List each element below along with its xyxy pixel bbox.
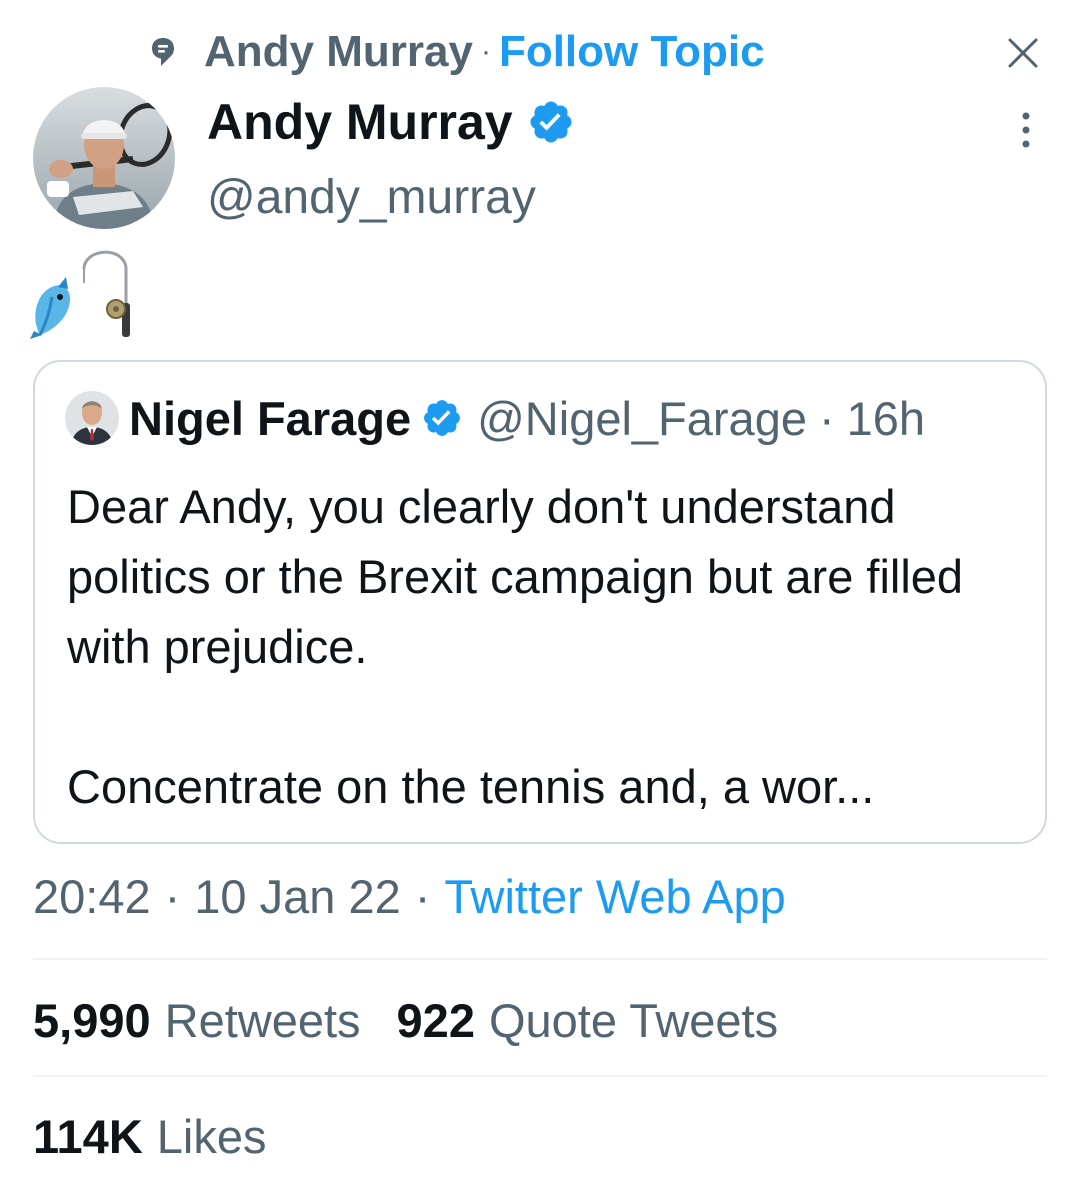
meta-separator: · bbox=[164, 869, 181, 923]
author-name-row: Andy Murray bbox=[207, 90, 575, 154]
tweet-meta: 20:42 · 10 Jan 22 · Twitter Web App bbox=[33, 866, 786, 926]
quoted-timestamp: 16h bbox=[846, 391, 926, 445]
topic-separator: · bbox=[480, 35, 491, 68]
quoted-author-name: Nigel Farage bbox=[129, 391, 412, 445]
quoted-author-handle: @Nigel_Farage bbox=[477, 391, 807, 445]
likes-count: 114K bbox=[33, 1109, 143, 1163]
quoted-tweet-card[interactable]: Nigel Farage @Nigel_Farage · 16h Dear An… bbox=[33, 360, 1047, 844]
tweet-body bbox=[30, 248, 138, 344]
tweet-source-link[interactable]: Twitter Web App bbox=[444, 869, 785, 924]
quote-tweets-stat[interactable]: 922 Quote Tweets bbox=[397, 993, 779, 1048]
quoted-text-paragraph: Concentrate on the tennis and, a wor... bbox=[67, 760, 875, 813]
engagement-stats: 5,990 Retweets 922 Quote Tweets bbox=[33, 990, 814, 1050]
quote-tweets-label: Quote Tweets bbox=[488, 993, 779, 1047]
quote-tweets-count: 922 bbox=[396, 993, 475, 1047]
verified-badge-icon bbox=[421, 397, 463, 439]
quoted-separator: · bbox=[818, 391, 835, 445]
follow-topic-button[interactable]: Follow Topic bbox=[499, 27, 765, 77]
topic-speech-bubble-icon bbox=[150, 36, 176, 68]
avatar[interactable] bbox=[33, 87, 175, 229]
tweet-date[interactable]: 10 Jan 22 bbox=[194, 869, 400, 924]
author-name[interactable]: Andy Murray bbox=[207, 93, 513, 151]
tweet-time[interactable]: 20:42 bbox=[33, 869, 151, 924]
more-options-icon[interactable] bbox=[1012, 110, 1040, 150]
topic-bar: Andy Murray · Follow Topic bbox=[150, 24, 765, 80]
quoted-tweet-header: Nigel Farage @Nigel_Farage · 16h bbox=[65, 390, 925, 446]
close-icon[interactable] bbox=[1006, 36, 1040, 70]
divider bbox=[33, 958, 1047, 960]
quoted-tweet-text: Dear Andy, you clearly don't understand … bbox=[67, 472, 1027, 822]
quoted-author-avatar bbox=[65, 391, 119, 445]
retweets-count: 5,990 bbox=[33, 993, 151, 1047]
likes-label: Likes bbox=[156, 1109, 267, 1163]
author-handle[interactable]: @andy_murray bbox=[207, 170, 536, 225]
meta-separator: · bbox=[414, 869, 431, 923]
quoted-text-paragraph: Dear Andy, you clearly don't understand … bbox=[67, 480, 964, 673]
likes-stat[interactable]: 114K Likes bbox=[33, 1106, 267, 1166]
topic-name[interactable]: Andy Murray bbox=[204, 27, 473, 77]
divider bbox=[33, 1075, 1047, 1077]
retweets-label: Retweets bbox=[164, 993, 361, 1047]
fish-icon bbox=[30, 275, 76, 344]
retweets-stat[interactable]: 5,990 Retweets bbox=[33, 993, 361, 1048]
fishing-rod-icon bbox=[78, 243, 138, 344]
verified-badge-icon bbox=[527, 98, 575, 146]
